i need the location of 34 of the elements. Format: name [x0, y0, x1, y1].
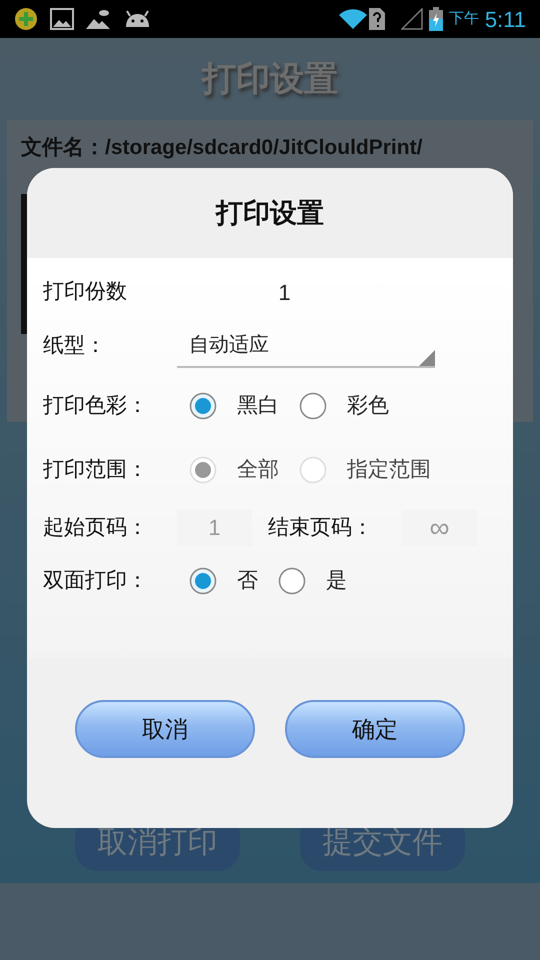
paper-dropdown[interactable]: 自动适应 [177, 324, 435, 368]
field-label: 打印色彩： [43, 393, 149, 420]
field-label: 打印范围： [43, 457, 149, 484]
option-label: 指定范围 [347, 457, 431, 484]
dropdown-corner-icon [419, 350, 435, 366]
image-icon [50, 8, 74, 30]
dialog-button[interactable]: 确定 [285, 700, 465, 758]
file-name: 文件名：/storage/sdcard0/JitClouldPrint/ [21, 135, 424, 161]
dialog-button[interactable]: 取消 [75, 700, 255, 758]
signal-icon [400, 8, 423, 30]
mountain-icon [86, 9, 112, 29]
option-label: 全部 [237, 457, 279, 484]
time-period: 下午 [448, 8, 479, 29]
sim-unknown-icon [368, 8, 385, 30]
copies-field[interactable]: 1 [177, 276, 392, 308]
dialog-title: 打印设置 [216, 196, 324, 230]
creature-icon [124, 9, 151, 29]
radio-button[interactable] [189, 567, 217, 595]
field-label: 纸型： [43, 333, 107, 360]
field-label: 结束页码： [268, 515, 374, 542]
battery-charging-icon [428, 7, 443, 31]
option-label: 否 [237, 568, 258, 594]
radio-button[interactable] [278, 567, 306, 595]
clock-time: 5:11 [484, 6, 526, 34]
app-badge-icon [14, 7, 38, 31]
field-label: 双面打印： [43, 568, 149, 594]
field-label: 打印份数 [43, 279, 128, 306]
option-label: 彩色 [347, 393, 389, 420]
radio-button[interactable] [189, 392, 217, 420]
option-label: 是 [326, 568, 347, 594]
option-label: 黑白 [237, 393, 279, 420]
radio-button[interactable] [299, 392, 327, 420]
wifi-icon [338, 9, 367, 29]
field-label: 起始页码： [43, 515, 149, 542]
